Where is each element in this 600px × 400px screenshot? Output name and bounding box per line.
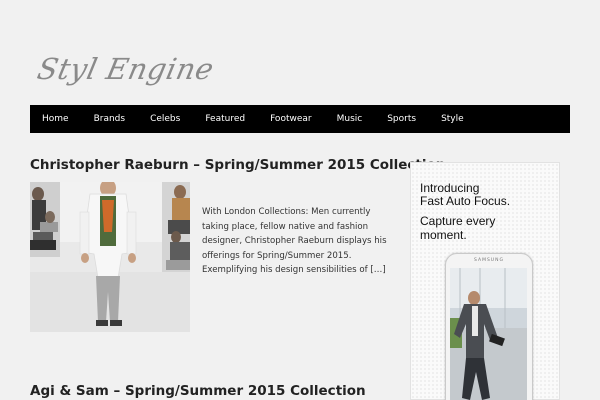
ad-subheadline-line: Capture every bbox=[420, 214, 496, 228]
main-navigation: Home Brands Celebs Featured Footwear Mus… bbox=[30, 105, 570, 133]
phone-image: SAMSUNG bbox=[445, 253, 533, 400]
phone-screen bbox=[450, 268, 527, 400]
nav-item-music[interactable]: Music bbox=[337, 114, 363, 124]
nav-item-sports[interactable]: Sports bbox=[387, 114, 416, 124]
phone-screen-photo bbox=[450, 268, 527, 400]
phone-brand-label: SAMSUNG bbox=[474, 258, 504, 263]
ad-headline: Introducing Fast Auto Focus. bbox=[420, 182, 555, 208]
nav-item-celebs[interactable]: Celebs bbox=[150, 114, 180, 124]
post-title[interactable]: Christopher Raeburn – Spring/Summer 2015… bbox=[30, 157, 445, 173]
post-excerpt: With London Collections: Men currently t… bbox=[202, 207, 387, 275]
post-thumbnail[interactable] bbox=[30, 182, 190, 332]
post-title[interactable]: Agi & Sam – Spring/Summer 2015 Collectio… bbox=[30, 383, 366, 399]
nav-item-footwear[interactable]: Footwear bbox=[270, 114, 312, 124]
nav-item-featured[interactable]: Featured bbox=[205, 114, 245, 124]
nav-item-brands[interactable]: Brands bbox=[94, 114, 126, 124]
ad-headline-line: Fast Auto Focus. bbox=[420, 194, 511, 208]
nav-item-home[interactable]: Home bbox=[42, 114, 69, 124]
runway-photo bbox=[30, 182, 190, 332]
ad-subheadline-line: moment. bbox=[420, 227, 467, 242]
nav-item-style[interactable]: Style bbox=[441, 114, 464, 124]
ad-subheadline: Capture every moment. bbox=[420, 214, 555, 242]
site-logo[interactable]: Styl Engine bbox=[34, 52, 217, 86]
